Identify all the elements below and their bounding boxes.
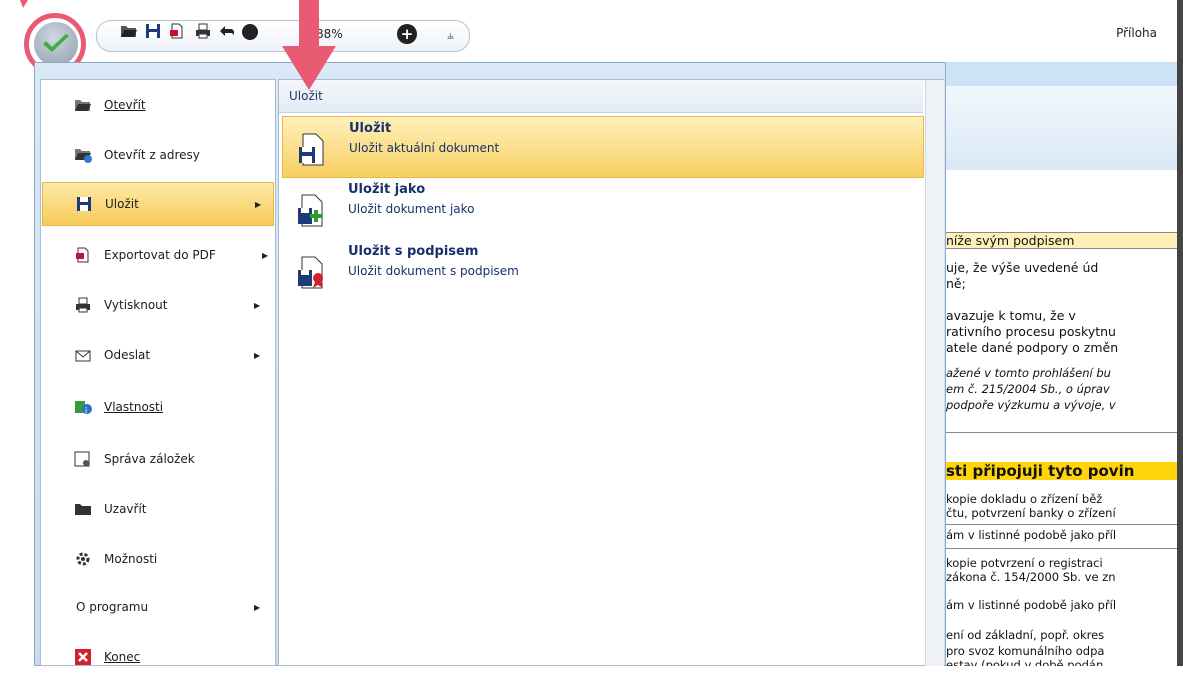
submenu-item-save[interactable]: Uložit Uložit aktuální dokument [282, 116, 924, 178]
open-folder-icon[interactable] [120, 22, 138, 40]
doc-line: zákona č. 154/2000 Sb. ve zn [946, 570, 1116, 584]
menu-item-label: Vlastnosti [104, 400, 164, 414]
pdf-export-icon [74, 246, 92, 264]
pointer-arrow-icon [20, 0, 28, 8]
menu-item-options[interactable]: Možnosti [42, 540, 274, 578]
window-title: Příloha [1116, 26, 1157, 40]
folder-open-icon [74, 96, 92, 114]
menu-item-save[interactable]: Uložit ▶ [42, 182, 274, 226]
submenu-item-save-signed[interactable]: Uložit s podpisem Uložit dokument s podp… [282, 240, 924, 302]
doc-line: čtu, potvrzení banky o zřízení [946, 506, 1116, 520]
menu-item-exit[interactable]: Konec [42, 638, 274, 676]
menu-item-open[interactable]: Otevřít [42, 86, 274, 124]
customize-toolbar-button[interactable]: ⫨ [447, 28, 454, 43]
ribbon-panel [946, 86, 1177, 171]
properties-icon: i [74, 398, 92, 416]
doc-line: atele dané podpory o změn [946, 340, 1119, 355]
submenu-arrow-icon: ▶ [254, 602, 261, 612]
menu-item-open-url[interactable]: Otevřít z adresy [42, 136, 274, 174]
save-icon [75, 195, 93, 213]
doc-heading: sti připojuji tyto povin [946, 462, 1177, 480]
menu-item-label: Uzavřít [104, 502, 147, 516]
doc-separator [946, 548, 1177, 549]
submenu-header [279, 80, 923, 113]
doc-line: ení od základní, popř. okres [946, 628, 1105, 642]
submenu-arrow-icon: ▶ [255, 199, 262, 209]
save-document-icon [297, 133, 327, 167]
menu-item-print[interactable]: Vytisknout ▶ [42, 286, 274, 324]
menu-item-label: Správa záložek [104, 452, 195, 466]
pdf-export-icon[interactable] [168, 22, 186, 40]
menu-item-send[interactable]: Odeslat ▶ [42, 336, 274, 374]
print-icon [74, 296, 92, 314]
svg-text:i: i [85, 406, 87, 415]
menu-item-label: Otevřít [104, 98, 146, 112]
submenu-item-title: Uložit jako [348, 182, 426, 197]
doc-line: avazuje k tomu, že v [946, 308, 1076, 323]
zoom-in-button[interactable]: + [397, 24, 417, 44]
submenu-item-desc: Uložit dokument jako [348, 202, 475, 216]
doc-line: pro svoz komunálního odpa [946, 644, 1105, 658]
save-as-icon [296, 194, 326, 228]
submenu-arrow-icon: ▶ [262, 250, 269, 260]
gear-icon [74, 550, 92, 568]
menu-item-label: Konec [104, 650, 141, 664]
send-icon [74, 346, 92, 364]
doc-line: em č. 215/2004 Sb., o úprav [946, 382, 1110, 396]
menu-item-label: Exportovat do PDF [104, 248, 216, 262]
menu-item-export-pdf[interactable]: Exportovat do PDF ▶ [42, 236, 274, 274]
doc-line: ám v listinné podobě jako příl [946, 598, 1117, 612]
submenu-arrow-icon: ▶ [254, 350, 261, 360]
bookmarks-icon [74, 450, 92, 468]
menu-item-about[interactable]: O programu ▶ [42, 588, 274, 626]
doc-line: podpoře výzkumu a vývoje, v [946, 398, 1116, 412]
doc-line: ažené v tomto prohlášení bu [946, 366, 1111, 380]
undo-icon[interactable] [218, 22, 236, 40]
menu-item-close[interactable]: Uzavřít [42, 490, 274, 528]
zoom-out-icon[interactable] [242, 24, 258, 40]
save-icon[interactable] [144, 22, 162, 40]
window-edge [1177, 0, 1183, 666]
doc-line: estav (pokud v době podán [946, 658, 1104, 666]
doc-line: níže svým podpisem [946, 232, 1177, 249]
menu-item-label: Uložit [105, 197, 139, 211]
document-content: níže svým podpisem uje, že výše uvedené … [946, 170, 1177, 666]
exit-icon [74, 648, 92, 666]
doc-line: rativního procesu poskytnu [946, 324, 1116, 339]
save-signature-icon [296, 256, 326, 290]
submenu-item-desc: Uložit dokument s podpisem [348, 264, 519, 278]
annotation-arrow-icon [282, 0, 336, 90]
ribbon-tabs [946, 62, 1177, 86]
submenu-item-save-as[interactable]: Uložit jako Uložit dokument jako [282, 178, 924, 240]
app-menu-button[interactable] [34, 22, 78, 66]
doc-separator [946, 524, 1177, 525]
submenu-scrollbar[interactable] [925, 80, 944, 666]
menu-item-label: Vytisknout [104, 298, 168, 312]
submenu-item-desc: Uložit aktuální dokument [349, 141, 500, 155]
checkmark-icon [43, 34, 69, 52]
submenu-item-title: Uložit [349, 121, 392, 136]
doc-line: ám v listinné podobě jako příl [946, 528, 1117, 542]
submenu-arrow-icon: ▶ [254, 300, 261, 310]
submenu-item-title: Uložit s podpisem [348, 244, 479, 259]
menu-item-label: O programu [76, 600, 149, 614]
menu-item-label: Otevřít z adresy [104, 148, 200, 162]
doc-line: ně; [946, 276, 966, 291]
menu-item-bookmarks[interactable]: Správa záložek [42, 440, 274, 478]
menu-item-label: Možnosti [104, 552, 158, 566]
menu-item-label: Odeslat [104, 348, 151, 362]
doc-line: uje, že výše uvedené úd [946, 260, 1099, 275]
close-folder-icon [74, 500, 92, 518]
folder-web-icon [74, 146, 92, 164]
doc-line: kopie dokladu o zřízení běž [946, 492, 1103, 506]
menu-item-properties[interactable]: i Vlastnosti [42, 388, 274, 426]
doc-separator [946, 432, 1177, 433]
doc-line: kopie potvrzení o registraci [946, 556, 1103, 570]
print-icon[interactable] [194, 22, 212, 40]
